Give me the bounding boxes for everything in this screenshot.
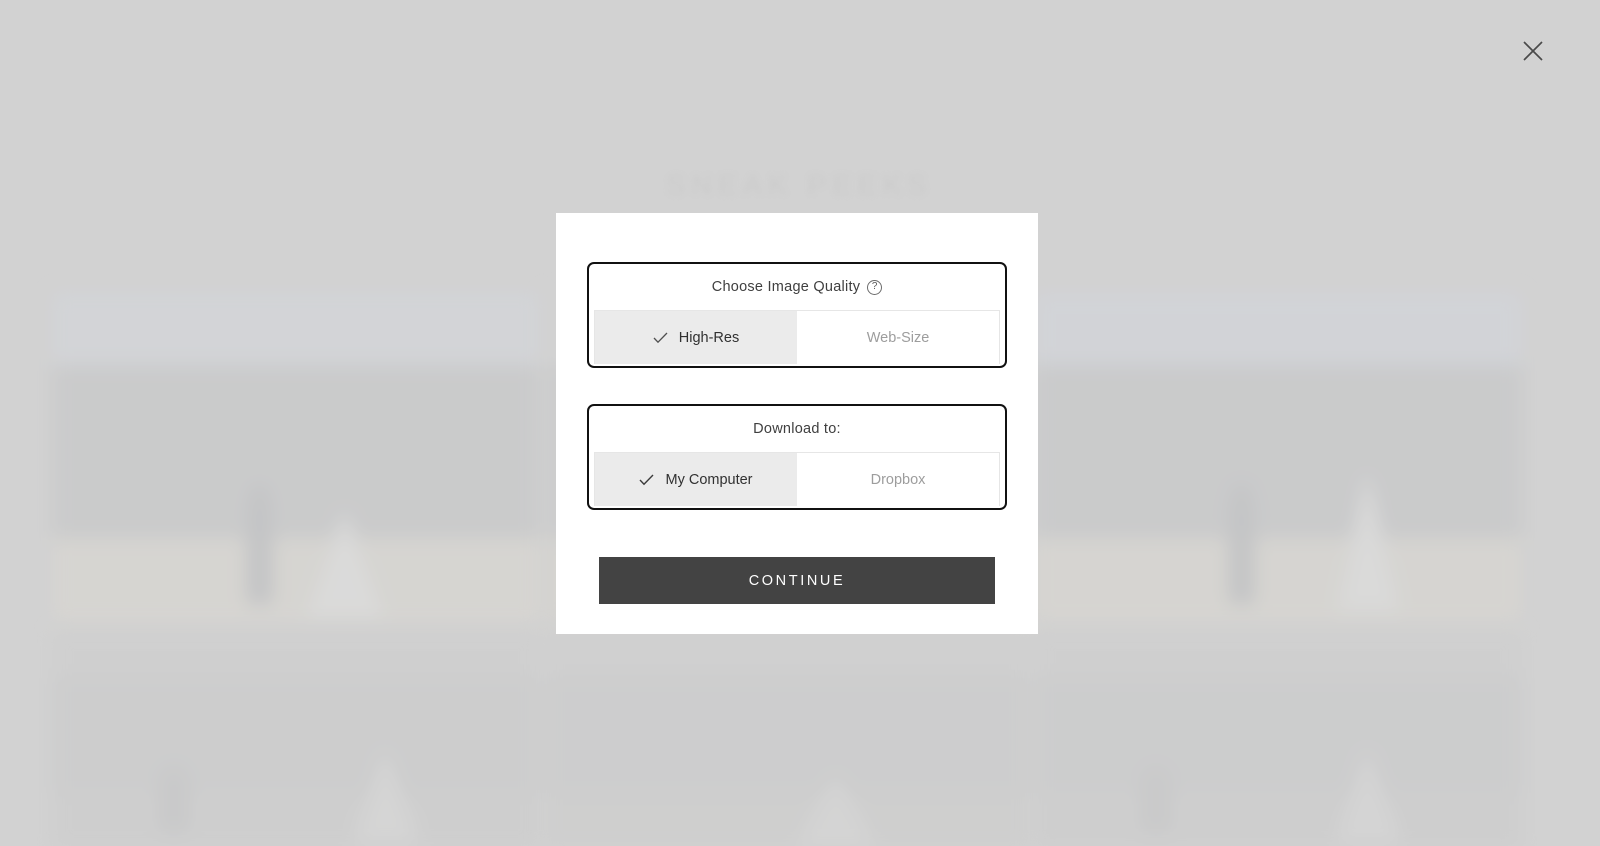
- checkmark-icon: [639, 474, 654, 486]
- image-quality-title-row: Choose Image Quality ?: [589, 264, 1005, 310]
- image-quality-group: Choose Image Quality ? High-Res Web-Size: [587, 262, 1007, 368]
- segment-high-res[interactable]: High-Res: [595, 311, 797, 364]
- segment-web-size[interactable]: Web-Size: [797, 311, 999, 364]
- close-button[interactable]: [1514, 32, 1552, 70]
- segment-my-computer[interactable]: My Computer: [595, 453, 797, 506]
- segment-my-computer-label: My Computer: [665, 471, 753, 488]
- download-destination-segmented-control: My Computer Dropbox: [594, 452, 1000, 506]
- segment-high-res-label: High-Res: [678, 329, 740, 346]
- download-dialog: Choose Image Quality ? High-Res Web-Size…: [556, 213, 1038, 634]
- checkmark-icon: [653, 332, 668, 344]
- question-mark-icon[interactable]: ?: [867, 279, 883, 295]
- image-quality-title: Choose Image Quality: [711, 279, 861, 295]
- segment-dropbox-label: Dropbox: [870, 471, 926, 488]
- image-quality-segmented-control: High-Res Web-Size: [594, 310, 1000, 364]
- download-destination-group: Download to: My Computer Dropbox: [587, 404, 1007, 510]
- segment-dropbox[interactable]: Dropbox: [797, 453, 999, 506]
- segment-web-size-label: Web-Size: [866, 329, 930, 346]
- download-destination-title-row: Download to:: [589, 406, 1005, 452]
- download-destination-title: Download to:: [753, 421, 841, 437]
- close-x-icon: [1522, 40, 1544, 62]
- continue-button[interactable]: CONTINUE: [599, 557, 995, 604]
